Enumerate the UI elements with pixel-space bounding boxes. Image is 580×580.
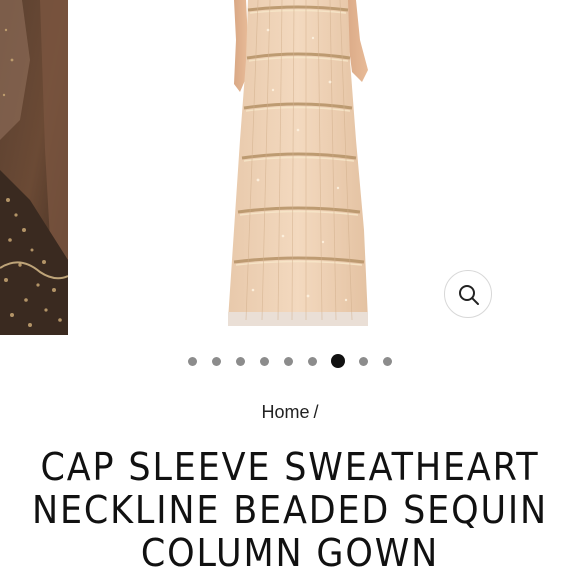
slide-dot-7-active[interactable] (331, 354, 345, 368)
gallery-pagination-dots (0, 354, 580, 370)
slide-dot-3[interactable] (236, 357, 245, 366)
breadcrumb: Home / (0, 402, 580, 423)
slide-dot-9[interactable] (383, 357, 392, 366)
slide-dot-6[interactable] (308, 357, 317, 366)
slide-dot-2[interactable] (212, 357, 221, 366)
previous-slide-image[interactable] (0, 0, 68, 335)
product-image-gallery[interactable] (0, 0, 580, 335)
breadcrumb-separator: / (313, 402, 319, 422)
slide-dot-4[interactable] (260, 357, 269, 366)
slide-dot-5[interactable] (284, 357, 293, 366)
breadcrumb-home-link[interactable]: Home (261, 402, 309, 422)
main-product-image[interactable] (68, 0, 580, 335)
magnifier-icon (459, 285, 479, 305)
product-title: CAP SLEEVE SWEATHEART NECKLINE BEADED SE… (31, 445, 549, 575)
slide-dot-8[interactable] (359, 357, 368, 366)
slide-dot-1[interactable] (188, 357, 197, 366)
zoom-button[interactable] (444, 270, 492, 318)
